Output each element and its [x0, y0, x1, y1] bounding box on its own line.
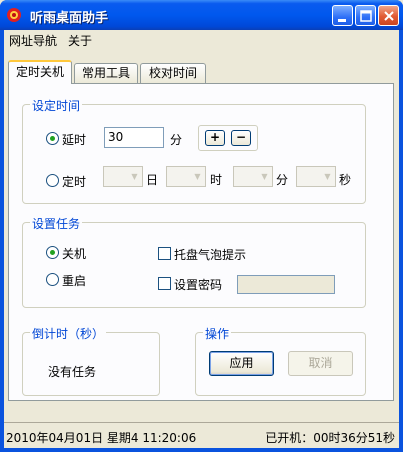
minute-unit-label: 分 — [276, 173, 289, 187]
shutdown-label: 关机 — [62, 247, 87, 261]
minimize-button[interactable] — [332, 5, 353, 26]
timed-radio[interactable] — [46, 174, 59, 187]
second-unit-label: 秒 — [339, 173, 352, 187]
timed-label: 定时 — [62, 175, 87, 189]
day-select[interactable]: ▼ — [103, 166, 143, 187]
set-password-checkbox[interactable] — [158, 277, 171, 290]
delay-unit-label: 分 — [170, 133, 183, 147]
hour-select[interactable]: ▼ — [166, 166, 206, 187]
chevron-down-icon: ▼ — [261, 172, 268, 181]
password-input[interactable] — [237, 275, 335, 294]
status-uptime: 已开机：00时36分51秒 — [265, 431, 395, 445]
delay-label: 延时 — [62, 133, 87, 147]
status-datetime: 2010年04月01日 星期4 11:20:06 — [6, 431, 197, 445]
close-button[interactable] — [378, 5, 399, 26]
maximize-button[interactable] — [355, 5, 376, 26]
set-time-title: 设定时间 — [30, 97, 83, 114]
app-icon — [7, 8, 21, 22]
countdown-status: 没有任务 — [48, 365, 97, 379]
set-task-group — [22, 222, 366, 308]
operate-title: 操作 — [203, 325, 232, 342]
countdown-title: 倒计时（秒） — [30, 325, 107, 342]
maximize-icon — [360, 10, 372, 22]
balloon-tip-label: 托盘气泡提示 — [174, 248, 247, 262]
second-select[interactable]: ▼ — [296, 166, 336, 187]
chevron-down-icon: ▼ — [324, 172, 331, 181]
minute-select[interactable]: ▼ — [233, 166, 273, 187]
tab-common-tools[interactable]: 常用工具 — [74, 63, 138, 83]
delay-minutes-input[interactable]: 30 — [104, 127, 164, 148]
day-unit-label: 日 — [146, 173, 159, 187]
window-title: 听雨桌面助手 — [30, 11, 109, 26]
title-bar[interactable]: 听雨桌面助手 — [0, 0, 403, 30]
close-icon — [384, 11, 394, 21]
menu-bar — [4, 30, 399, 49]
balloon-tip-checkbox[interactable] — [158, 247, 171, 260]
minus-button[interactable]: − — [231, 130, 251, 146]
menu-about[interactable]: 关于 — [68, 32, 92, 49]
hour-unit-label: 时 — [210, 173, 223, 187]
tab-sync-time[interactable]: 校对时间 — [140, 63, 206, 83]
tab-timer-shutdown[interactable]: 定时关机 — [8, 60, 72, 84]
set-password-label: 设置密码 — [174, 278, 223, 292]
radio-selected-dot — [50, 250, 55, 255]
apply-button[interactable]: 应用 — [209, 351, 274, 376]
chevron-down-icon: ▼ — [194, 172, 201, 181]
minimize-icon — [338, 19, 346, 22]
cancel-button[interactable]: 取消 — [288, 351, 353, 376]
set-task-title: 设置任务 — [30, 215, 83, 232]
plus-button[interactable]: + — [205, 130, 225, 146]
delay-radio[interactable] — [46, 132, 59, 145]
restart-label: 重启 — [62, 274, 87, 288]
shutdown-radio[interactable] — [46, 246, 59, 259]
chevron-down-icon: ▼ — [131, 172, 138, 181]
radio-selected-dot — [50, 136, 55, 141]
restart-radio[interactable] — [46, 273, 59, 286]
menu-url-nav[interactable]: 网址导航 — [9, 32, 57, 49]
